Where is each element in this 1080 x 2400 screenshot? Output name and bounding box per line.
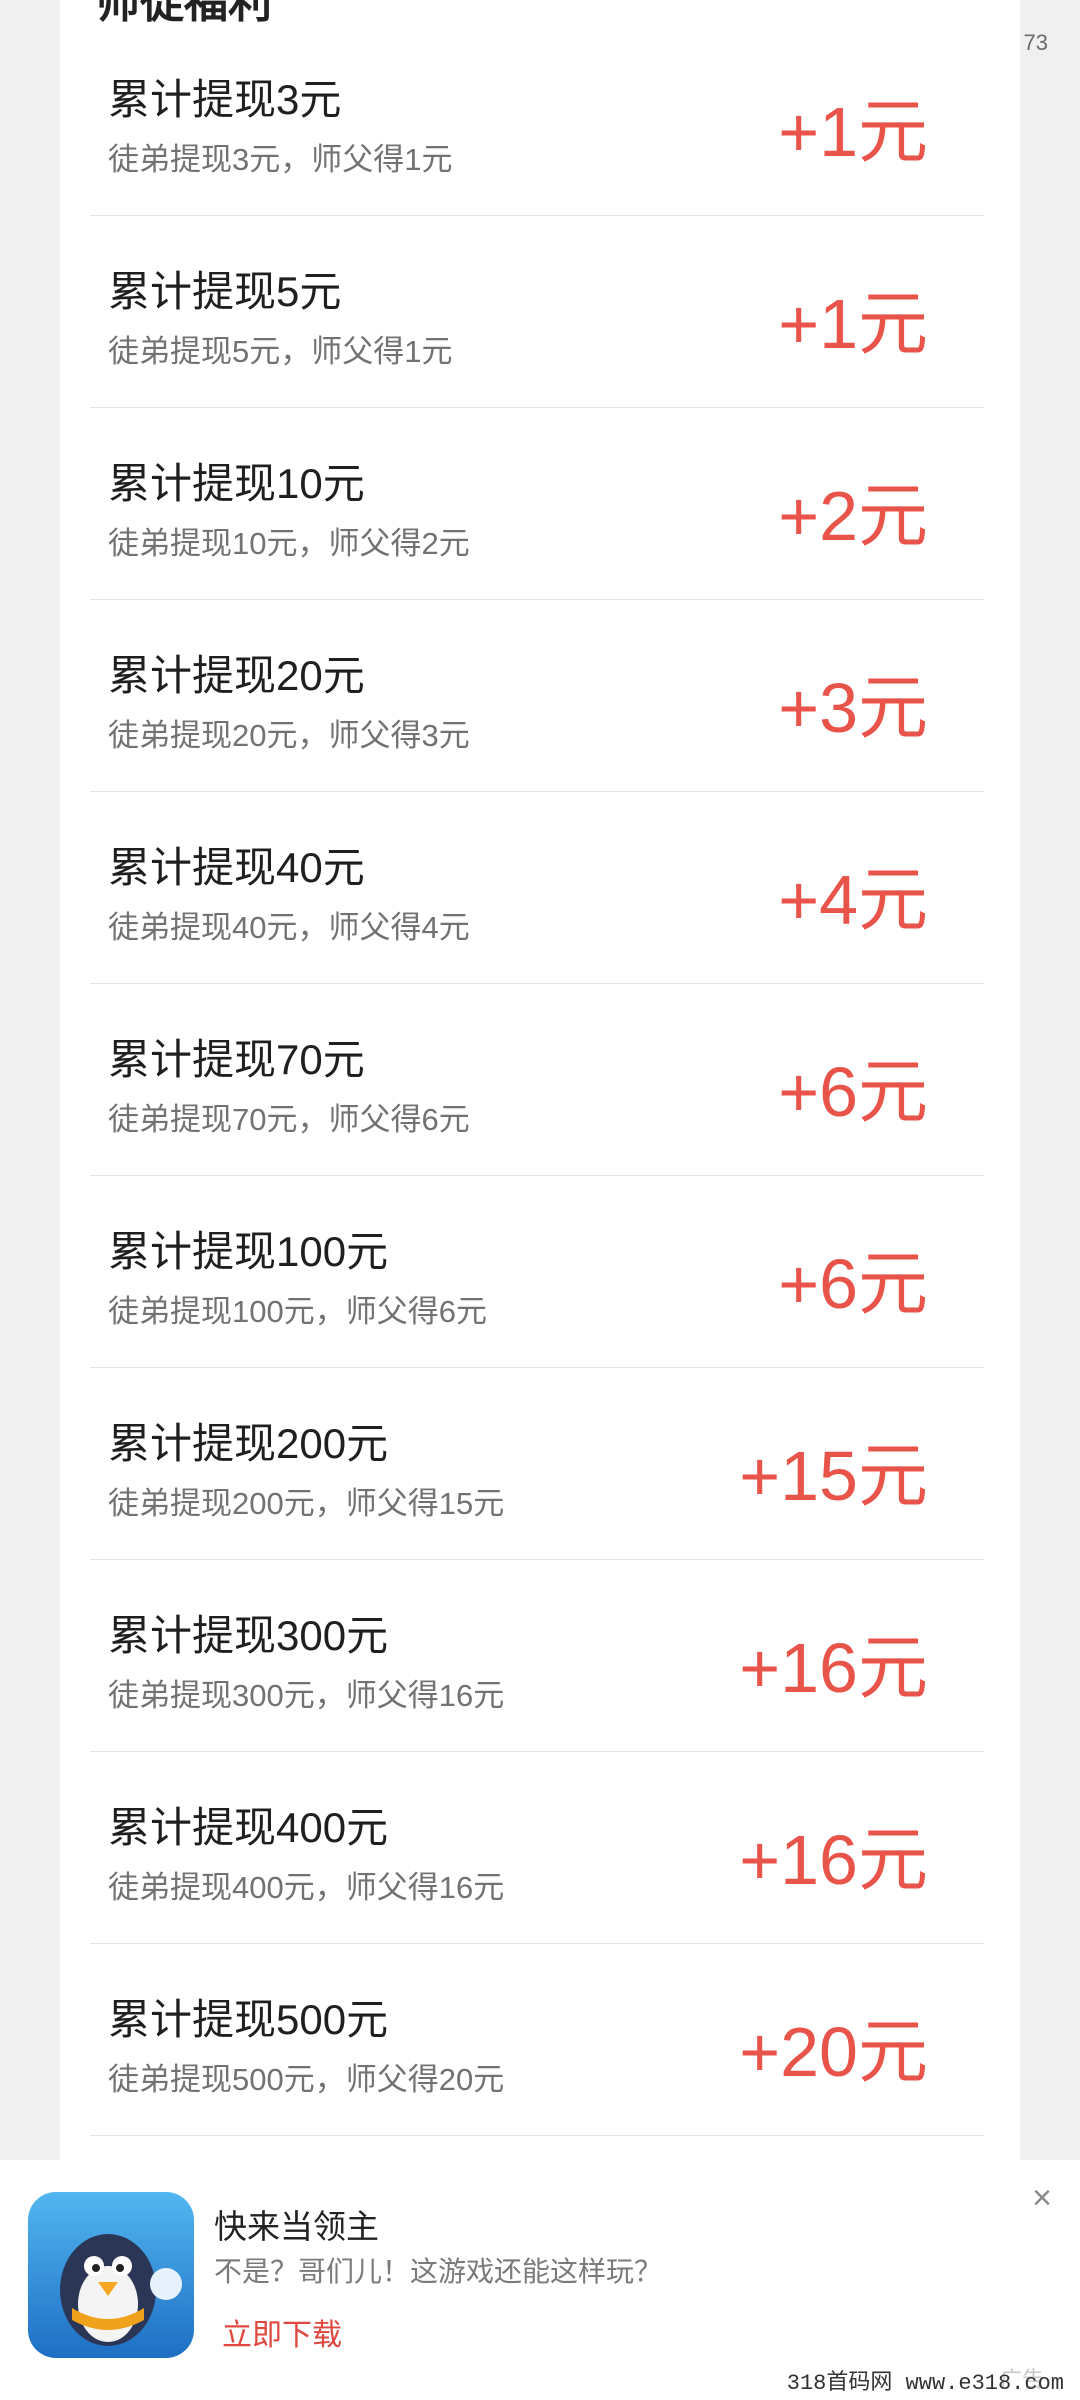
reward-title: 累计提现200元 (108, 1420, 389, 1467)
reward-amount: +2元 (778, 477, 928, 555)
reward-title: 累计提现70元 (108, 1036, 365, 1083)
reward-title: 累计提现300元 (108, 1612, 389, 1659)
rewards-card: 师徒福利 累计提现3元 徒弟提现3元，师父得1元 +1元 累计提现5元 徒弟提现5元，师… (60, 0, 1020, 2160)
reward-amount: +1元 (778, 285, 928, 363)
reward-title: 累计提现500元 (108, 1996, 389, 2043)
reward-description: 徒弟提现300元，师父得16元 (108, 1678, 505, 1713)
reward-title: 累计提现5元 (108, 268, 342, 315)
game-app-icon[interactable] (28, 2192, 194, 2358)
reward-list: 累计提现3元 徒弟提现3元，师父得1元 +1元 累计提现5元 徒弟提现5元，师父得1元 +… (90, 24, 984, 2136)
section-title-text: 师徒福利 (96, 0, 272, 27)
reward-amount: +3元 (778, 669, 928, 747)
reward-amount: +16元 (739, 1821, 928, 1899)
reward-row: 累计提现5元徒弟提现5元，师父得1元 +1元 (90, 216, 984, 408)
reward-row: 累计提现300元徒弟提现300元，师父得16元 +16元 (90, 1560, 984, 1752)
watermark: 318首码网 www.e318.com (786, 2371, 1064, 2396)
reward-title: 累计提现3元 (108, 76, 342, 123)
reward-title: 累计提现100元 (108, 1228, 389, 1275)
reward-description: 徒弟提现20元，师父得3元 (108, 718, 470, 753)
reward-amount: +15元 (739, 1437, 928, 1515)
reward-description: 徒弟提现70元，师父得6元 (108, 1102, 470, 1137)
download-button[interactable]: 立即下载 (222, 2310, 342, 2354)
reward-title: 累计提现10元 (108, 460, 365, 507)
reward-row: 累计提现100元徒弟提现100元，师父得6元 +6元 (90, 1176, 984, 1368)
page-counter: 73 (1023, 30, 1048, 55)
reward-row: 累计提现20元徒弟提现20元，师父得3元 +3元 (90, 600, 984, 792)
reward-row: 累计提现400元徒弟提现400元，师父得16元 +16元 (90, 1752, 984, 1944)
close-icon[interactable]: × (1022, 2178, 1062, 2218)
ad-description: 不是？哥们儿！这游戏还能这样玩？ (214, 2256, 663, 2287)
reward-row: 累计提现40元徒弟提现40元，师父得4元 +4元 (90, 792, 984, 984)
reward-description: 徒弟提现10元，师父得2元 (108, 526, 470, 561)
reward-amount: +1元 (778, 93, 928, 171)
reward-amount: +6元 (778, 1245, 928, 1323)
reward-row: 累计提现500元徒弟提现500元，师父得20元 +20元 (90, 1944, 984, 2136)
reward-row: 累计提现200元徒弟提现200元，师父得15元 +15元 (90, 1368, 984, 1560)
reward-title: 累计提现400元 (108, 1804, 389, 1851)
reward-description: 徒弟提现5元，师父得1元 (108, 334, 453, 369)
reward-title: 累计提现40元 (108, 844, 365, 891)
reward-title: 累计提现20元 (108, 652, 365, 699)
reward-description: 徒弟提现100元，师父得6元 (108, 1294, 487, 1329)
reward-description: 徒弟提现400元，师父得16元 (108, 1870, 505, 1905)
reward-row: 累计提现70元徒弟提现70元，师父得6元 +6元 (90, 984, 984, 1176)
reward-row: 累计提现10元徒弟提现10元，师父得2元 +2元 (90, 408, 984, 600)
reward-description: 徒弟提现200元，师父得15元 (108, 1486, 505, 1521)
reward-row: 累计提现3元徒弟提现3元，师父得1元 +1元 (90, 24, 984, 216)
reward-amount: +4元 (778, 861, 928, 939)
reward-description: 徒弟提现40元，师父得4元 (108, 910, 470, 945)
reward-amount: +6元 (778, 1053, 928, 1131)
reward-description: 徒弟提现3元，师父得1元 (108, 142, 453, 177)
reward-amount: +20元 (739, 2013, 928, 2091)
reward-amount: +16元 (739, 1629, 928, 1707)
ad-title: 快来当领主 (214, 2208, 379, 2245)
reward-description: 徒弟提现500元，师父得20元 (108, 2062, 505, 2097)
